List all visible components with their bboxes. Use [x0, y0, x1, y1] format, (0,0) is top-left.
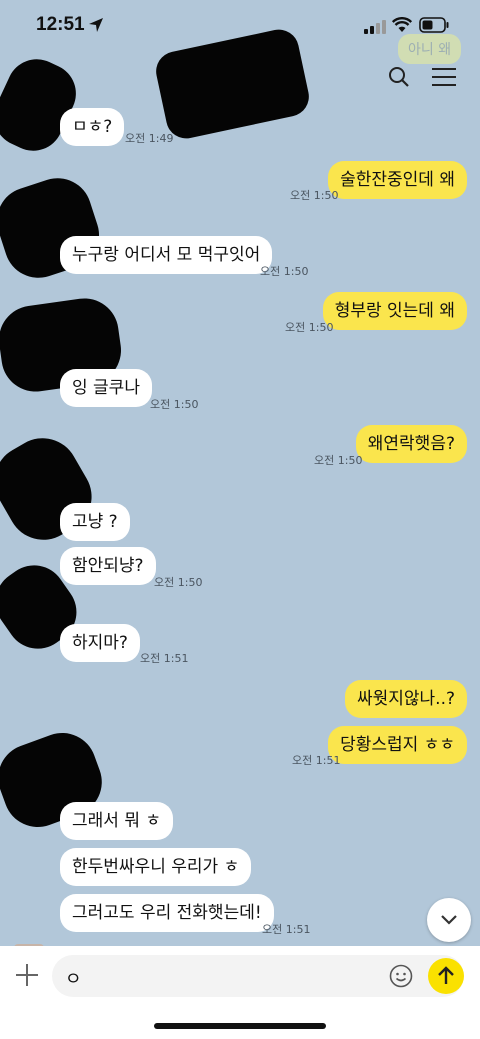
cellular-signal-icon: [364, 20, 386, 34]
incoming-message[interactable]: 누구랑 어디서 모 먹구잇어: [60, 236, 273, 274]
plus-icon[interactable]: [14, 962, 40, 988]
send-button[interactable]: [428, 958, 464, 994]
incoming-message[interactable]: 그러고도 우리 전화햇는데!: [60, 894, 274, 932]
message-timestamp: 오전 1:50: [290, 189, 339, 202]
outgoing-message[interactable]: 술한잔중인데 왜: [328, 161, 467, 199]
home-indicator: [154, 1023, 326, 1029]
message-timestamp: 오전 1:49: [125, 132, 174, 145]
outgoing-message[interactable]: 왜연락햇음?: [355, 425, 467, 463]
outgoing-message[interactable]: 싸웟지않나..?: [344, 680, 467, 718]
emoji-icon[interactable]: [389, 964, 413, 988]
search-icon[interactable]: [388, 66, 410, 88]
incoming-message[interactable]: 그래서 뭐 ㅎ: [60, 802, 174, 840]
message-timestamp: 오전 1:50: [154, 576, 203, 589]
wifi-icon: [392, 17, 412, 32]
message-timestamp: 오전 1:51: [140, 652, 189, 665]
location-arrow-icon: [89, 18, 103, 32]
incoming-message[interactable]: 하지마?: [60, 624, 140, 662]
message-timestamp: 오전 1:50: [150, 398, 199, 411]
outgoing-message[interactable]: 형부랑 잇는데 왜: [322, 292, 467, 330]
arrow-up-icon: [438, 966, 454, 984]
message-timestamp: 오전 1:50: [285, 321, 334, 334]
incoming-message[interactable]: 함안되냥?: [60, 547, 156, 585]
chevron-down-icon: [441, 915, 457, 925]
message-timestamp: 오전 1:50: [260, 265, 309, 278]
menu-icon[interactable]: [432, 68, 456, 86]
message-timestamp: 오전 1:51: [262, 923, 311, 936]
message-input-value[interactable]: ㅇ: [65, 965, 82, 991]
scroll-to-bottom-button[interactable]: [427, 898, 471, 942]
incoming-message[interactable]: ㅁㅎ?: [60, 108, 125, 146]
incoming-message[interactable]: 잉 글쿠나: [60, 369, 152, 407]
incoming-message[interactable]: 고냥 ?: [60, 503, 130, 541]
message-timestamp: 오전 1:50: [314, 454, 363, 467]
incoming-message[interactable]: 한두번싸우니 우리가 ㅎ: [60, 848, 252, 886]
battery-icon: [419, 17, 449, 33]
outgoing-message[interactable]: 당황스럽지 ㅎㅎ: [328, 726, 467, 764]
status-time: 12:51: [36, 14, 85, 35]
message-timestamp: 오전 1:51: [292, 754, 341, 767]
